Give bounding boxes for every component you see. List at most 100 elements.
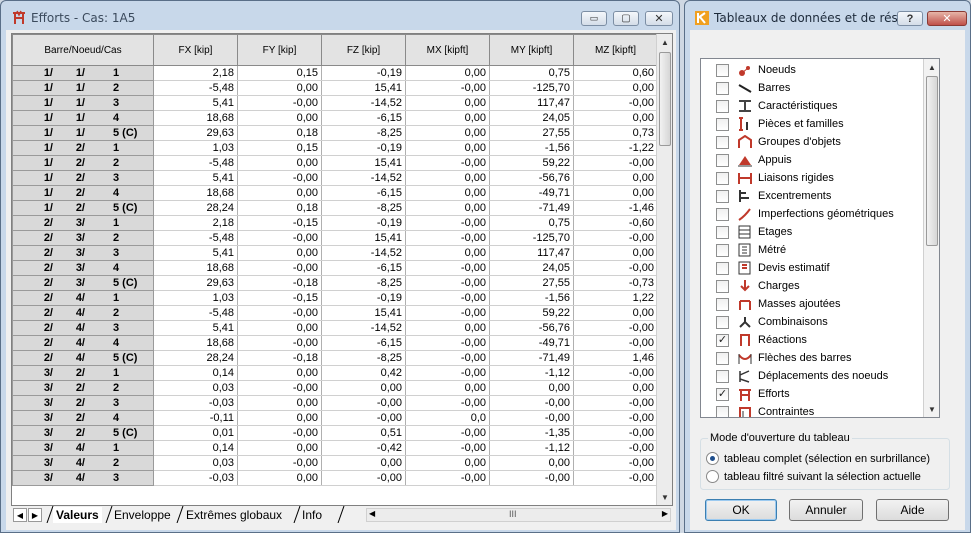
table-row[interactable]: 1/1/2 -5,48 0,00 15,41 -0,00 -125,70 0,00 bbox=[12, 80, 658, 96]
vertical-scrollbar[interactable]: ▲ ▼ bbox=[656, 34, 672, 505]
table-cell[interactable]: -0,00 bbox=[237, 260, 322, 276]
table-cell[interactable]: 0,14 bbox=[153, 440, 238, 456]
table-cell[interactable]: -0,00 bbox=[489, 395, 574, 411]
table-cell[interactable]: -0,00 bbox=[405, 365, 490, 381]
checkbox[interactable] bbox=[716, 369, 729, 383]
table-cell[interactable]: 5,41 bbox=[153, 95, 238, 111]
table-cell[interactable]: 0,18 bbox=[237, 125, 322, 141]
table-row[interactable]: 3/4/3 -0,03 0,00 -0,00 -0,00 -0,00 -0,00 bbox=[12, 470, 658, 486]
tab-next-arrow-icon[interactable]: ▶ bbox=[28, 508, 42, 522]
list-item[interactable]: Devis estimatif bbox=[701, 259, 923, 277]
row-key[interactable]: 3/2/5 (C) bbox=[12, 425, 154, 441]
table-cell[interactable]: -8,25 bbox=[321, 275, 406, 291]
table-cell[interactable]: 0,00 bbox=[237, 410, 322, 426]
table-cell[interactable]: -0,00 bbox=[573, 410, 658, 426]
checkbox[interactable] bbox=[716, 63, 729, 77]
table-cell[interactable]: 0,00 bbox=[237, 395, 322, 411]
table-cell[interactable]: -6,15 bbox=[321, 260, 406, 276]
table-cell[interactable]: 0,00 bbox=[237, 155, 322, 171]
list-item[interactable]: Groupes d'objets bbox=[701, 133, 923, 151]
table-cell[interactable]: 15,41 bbox=[321, 155, 406, 171]
checkbox[interactable] bbox=[716, 297, 729, 311]
checkbox[interactable] bbox=[716, 135, 729, 149]
table-cell[interactable]: 0,18 bbox=[237, 200, 322, 216]
table-cell[interactable]: -0,42 bbox=[321, 440, 406, 456]
help-button[interactable]: Aide bbox=[876, 499, 949, 521]
list-item[interactable]: Combinaisons bbox=[701, 313, 923, 331]
list-item[interactable]: Flèches des barres bbox=[701, 349, 923, 367]
list-item[interactable]: Caractéristiques bbox=[701, 97, 923, 115]
list-item[interactable]: Pièces et familles bbox=[701, 115, 923, 133]
table-cell[interactable]: 0,00 bbox=[573, 110, 658, 126]
row-key[interactable]: 3/2/2 bbox=[12, 380, 154, 396]
table-cell[interactable]: 28,24 bbox=[153, 200, 238, 216]
table-cell[interactable]: 5,41 bbox=[153, 245, 238, 261]
table-row[interactable]: 1/1/1 2,18 0,15 -0,19 0,00 0,75 0,60 bbox=[12, 65, 658, 81]
checkbox[interactable] bbox=[716, 189, 729, 203]
table-cell[interactable]: 18,68 bbox=[153, 110, 238, 126]
table-cell[interactable]: -0,00 bbox=[405, 350, 490, 366]
table-cell[interactable]: 0,00 bbox=[405, 245, 490, 261]
table-cell[interactable]: 0,00 bbox=[573, 305, 658, 321]
checkbox[interactable] bbox=[716, 99, 729, 113]
scroll-down-arrow-icon[interactable]: ▼ bbox=[924, 401, 939, 417]
table-cell[interactable]: -0,73 bbox=[573, 275, 658, 291]
table-row[interactable]: 3/4/2 0,03 -0,00 0,00 0,00 0,00 -0,00 bbox=[12, 455, 658, 471]
table-cell[interactable]: 0,00 bbox=[405, 320, 490, 336]
table-cell[interactable]: -0,15 bbox=[237, 290, 322, 306]
table-cell[interactable]: 0,00 bbox=[237, 470, 322, 486]
checkbox[interactable] bbox=[716, 279, 729, 293]
checkbox[interactable]: ✓ bbox=[716, 387, 729, 401]
checkbox[interactable]: ✓ bbox=[716, 333, 729, 347]
table-cell[interactable]: -0,00 bbox=[321, 410, 406, 426]
checkbox[interactable] bbox=[716, 153, 729, 167]
list-item[interactable]: Imperfections géométriques bbox=[701, 205, 923, 223]
table-cell[interactable]: -14,52 bbox=[321, 170, 406, 186]
table-cell[interactable]: 15,41 bbox=[321, 230, 406, 246]
row-key[interactable]: 2/3/1 bbox=[12, 215, 154, 231]
table-cell[interactable]: -0,00 bbox=[237, 455, 322, 471]
column-header[interactable]: MZ [kipft] bbox=[573, 34, 658, 66]
table-cell[interactable]: 0,00 bbox=[321, 380, 406, 396]
table-cell[interactable]: -6,15 bbox=[321, 335, 406, 351]
table-cell[interactable]: 0,00 bbox=[573, 170, 658, 186]
ok-button[interactable]: OK bbox=[705, 499, 777, 521]
table-cell[interactable]: 27,55 bbox=[489, 275, 574, 291]
table-row[interactable]: 1/2/2 -5,48 0,00 15,41 -0,00 59,22 -0,00 bbox=[12, 155, 658, 171]
table-cell[interactable]: -0,00 bbox=[405, 335, 490, 351]
table-cell[interactable]: -0,60 bbox=[573, 215, 658, 231]
hscroll-grip[interactable]: III bbox=[509, 509, 517, 519]
table-cell[interactable]: -0,00 bbox=[405, 440, 490, 456]
table-cell[interactable]: -0,00 bbox=[573, 425, 658, 441]
table-cell[interactable]: 0,00 bbox=[321, 455, 406, 471]
table-cell[interactable]: 0,00 bbox=[237, 320, 322, 336]
checkbox[interactable] bbox=[716, 405, 729, 417]
table-cell[interactable]: 24,05 bbox=[489, 260, 574, 276]
table-cell[interactable]: 0,42 bbox=[321, 365, 406, 381]
table-row[interactable]: 3/2/2 0,03 -0,00 0,00 0,00 0,00 0,00 bbox=[12, 380, 658, 396]
table-row[interactable]: 1/1/4 18,68 0,00 -6,15 0,00 24,05 0,00 bbox=[12, 110, 658, 126]
table-cell[interactable]: -14,52 bbox=[321, 95, 406, 111]
table-cell[interactable]: -0,00 bbox=[573, 320, 658, 336]
row-key[interactable]: 1/1/3 bbox=[12, 95, 154, 111]
table-cell[interactable]: -0,00 bbox=[405, 230, 490, 246]
table-cell[interactable]: 0,51 bbox=[321, 425, 406, 441]
cancel-button[interactable]: Annuler bbox=[789, 499, 863, 521]
row-key[interactable]: 2/4/4 bbox=[12, 335, 154, 351]
table-cell[interactable]: -0,03 bbox=[153, 395, 238, 411]
table-cell[interactable]: -0,00 bbox=[573, 155, 658, 171]
column-header[interactable]: MX [kipft] bbox=[405, 34, 490, 66]
table-cell[interactable]: 24,05 bbox=[489, 110, 574, 126]
table-cell[interactable]: 0,00 bbox=[237, 80, 322, 96]
checkbox[interactable] bbox=[716, 315, 729, 329]
table-cell[interactable]: -0,00 bbox=[237, 170, 322, 186]
row-key[interactable]: 1/1/2 bbox=[12, 80, 154, 96]
table-cell[interactable]: 0,00 bbox=[405, 125, 490, 141]
list-item[interactable]: Etages bbox=[701, 223, 923, 241]
row-key[interactable]: 1/2/5 (C) bbox=[12, 200, 154, 216]
table-cell[interactable]: -0,00 bbox=[237, 335, 322, 351]
table-cell[interactable]: -0,19 bbox=[321, 290, 406, 306]
table-cell[interactable]: 0,00 bbox=[573, 380, 658, 396]
table-cell[interactable]: 0,00 bbox=[405, 140, 490, 156]
table-cell[interactable]: 2,18 bbox=[153, 215, 238, 231]
